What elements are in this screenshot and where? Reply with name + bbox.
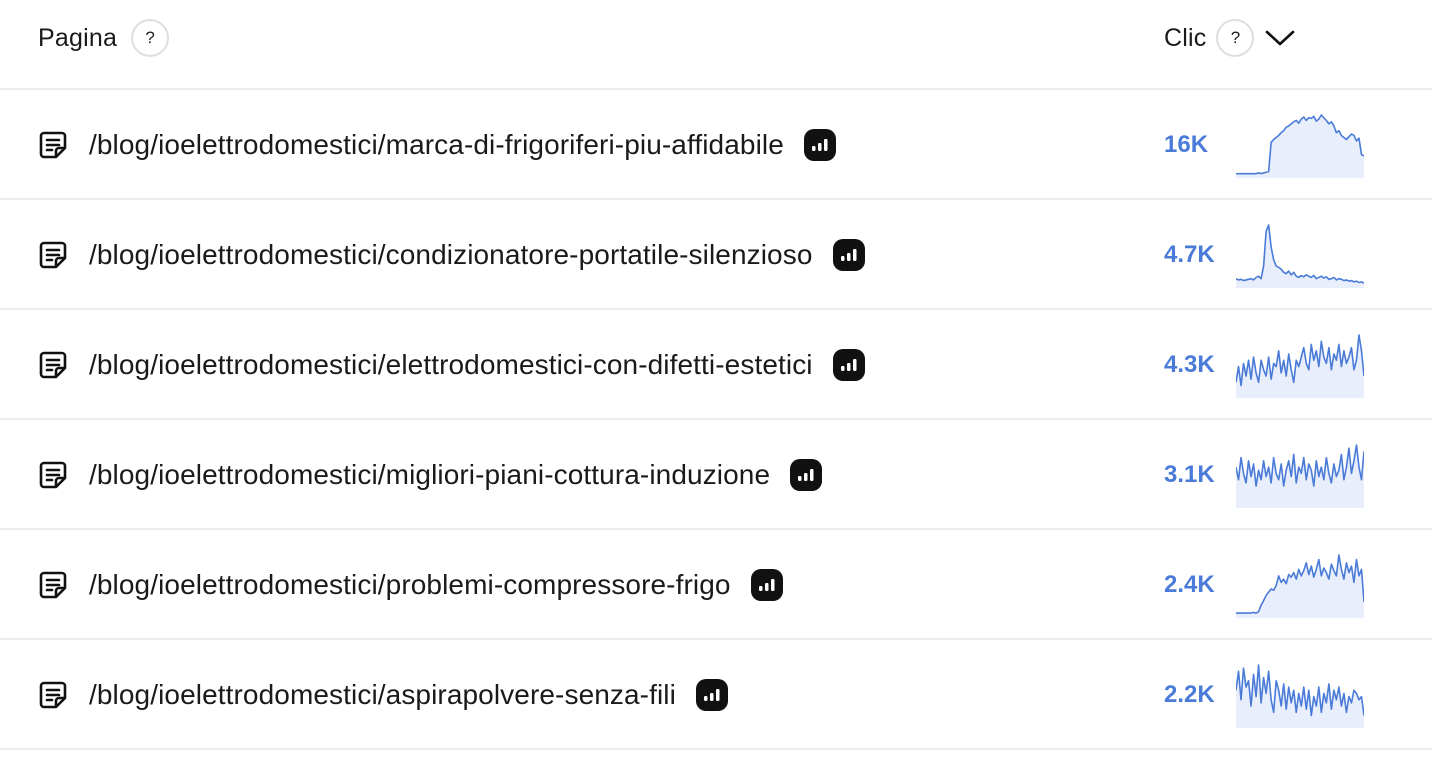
table-row[interactable]: /blog/ioelettrodomestici/condizionatore-… <box>0 200 1432 310</box>
analytics-icon[interactable] <box>695 679 728 711</box>
table-header: Pagina ? Clic ? <box>0 0 1432 90</box>
clicks-value: 4.7K <box>1164 241 1215 268</box>
document-icon <box>38 350 68 380</box>
clicks-value: 16K <box>1164 131 1209 158</box>
page-url-link[interactable]: /blog/ioelettrodomestici/migliori-piani-… <box>89 456 823 494</box>
sparkline-line <box>1236 224 1364 284</box>
clicks-value: 2.2K <box>1164 681 1215 708</box>
clicks-sparkline <box>1236 114 1364 178</box>
page-url-text[interactable]: /blog/ioelettrodomestici/condizionatore-… <box>89 239 813 271</box>
page-url-link[interactable]: /blog/ioelettrodomestici/problemi-compre… <box>89 566 783 604</box>
table-row[interactable]: /blog/ioelettrodomestici/aspirapolvere-s… <box>0 640 1432 750</box>
document-icon <box>38 570 68 600</box>
analytics-icon[interactable] <box>832 239 865 271</box>
clicks-value: 4.3K <box>1164 351 1215 378</box>
page-url-link[interactable]: /blog/ioelettrodomestici/elettrodomestic… <box>89 346 865 384</box>
table-row[interactable]: /blog/ioelettrodomestici/elettrodomestic… <box>0 310 1432 420</box>
document-icon <box>38 680 68 710</box>
clicks-sparkline <box>1236 664 1364 728</box>
clicks-column-header[interactable]: Clic ? <box>1164 19 1296 57</box>
clicks-value: 2.4K <box>1164 571 1215 598</box>
analytics-icon[interactable] <box>750 569 783 601</box>
analytics-icon[interactable] <box>790 459 823 491</box>
clicks-sparkline <box>1236 444 1364 508</box>
clicks-sparkline <box>1236 224 1364 288</box>
page-url-text[interactable]: /blog/ioelettrodomestici/elettrodomestic… <box>89 349 813 381</box>
page-url-text[interactable]: /blog/ioelettrodomestici/aspirapolvere-s… <box>89 679 676 711</box>
document-icon <box>38 240 68 270</box>
page-url-text[interactable]: /blog/ioelettrodomestici/marca-di-frigor… <box>89 129 784 161</box>
table-row[interactable]: /blog/ioelettrodomestici/problemi-compre… <box>0 530 1432 640</box>
chevron-down-icon[interactable] <box>1264 22 1296 54</box>
document-icon <box>38 460 68 490</box>
page-url-link[interactable]: /blog/ioelettrodomestici/condizionatore-… <box>89 236 865 274</box>
page-url-link[interactable]: /blog/ioelettrodomestici/aspirapolvere-s… <box>89 676 728 714</box>
page-column-label: Pagina <box>38 23 118 52</box>
page-url-text[interactable]: /blog/ioelettrodomestici/migliori-piani-… <box>89 459 770 491</box>
page-column-header: Pagina ? <box>38 19 170 57</box>
clicks-help-icon[interactable]: ? <box>1216 19 1255 57</box>
sparkline-area <box>1236 115 1364 178</box>
clicks-column-label[interactable]: Clic <box>1164 24 1206 53</box>
table-row[interactable]: /blog/ioelettrodomestici/migliori-piani-… <box>0 420 1432 530</box>
page-url-link[interactable]: /blog/ioelettrodomestici/marca-di-frigor… <box>89 126 836 164</box>
clicks-value: 3.1K <box>1164 461 1215 488</box>
analytics-icon[interactable] <box>832 349 865 381</box>
document-icon <box>38 130 68 160</box>
table-row[interactable]: /blog/ioelettrodomestici/marca-di-frigor… <box>0 90 1432 200</box>
top-pages-table: Pagina ? Clic ? /blog/ioelettrodomestici… <box>0 0 1432 760</box>
analytics-icon[interactable] <box>803 129 836 161</box>
sparkline-area <box>1236 555 1364 618</box>
page-help-icon[interactable]: ? <box>131 19 170 57</box>
page-url-text[interactable]: /blog/ioelettrodomestici/problemi-compre… <box>89 569 731 601</box>
clicks-sparkline <box>1236 554 1364 618</box>
clicks-sparkline <box>1236 334 1364 398</box>
